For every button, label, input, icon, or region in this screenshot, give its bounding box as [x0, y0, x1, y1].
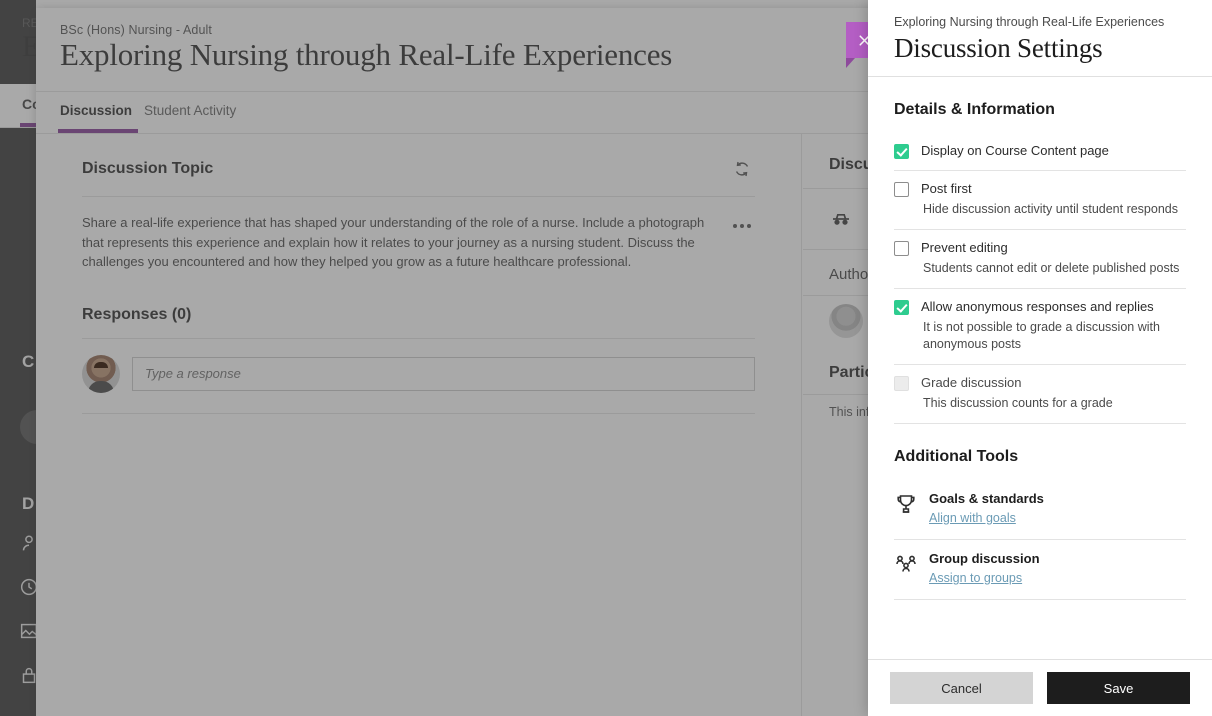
page-title: Exploring Nursing through Real-Life Expe… [60, 37, 673, 72]
section-title-details: Details & Information [894, 101, 1055, 118]
section-title-additional-tools: Additional Tools [894, 448, 1019, 465]
discussion-topic-card: Discussion Topic Share a real-life exper… [36, 134, 801, 414]
active-tab-underline [58, 129, 138, 133]
align-with-goals-link[interactable]: Align with goals [929, 509, 1016, 527]
author-avatar [829, 304, 863, 338]
cancel-button[interactable]: Cancel [890, 672, 1033, 704]
option-display-on-course-content: Display on Course Content page [894, 133, 1186, 171]
option-prevent-editing: Prevent editing Students cannot edit or … [894, 230, 1186, 289]
assign-to-groups-link[interactable]: Assign to groups [929, 569, 1022, 587]
avatar [82, 354, 120, 393]
tool-group-discussion: Group discussion Assign to groups [894, 540, 1186, 600]
responses-heading: Responses (0) [82, 306, 755, 339]
option-label: Allow anonymous responses and replies [921, 299, 1154, 314]
checkbox-post-first[interactable] [894, 182, 909, 197]
discussion-topic-header: Discussion Topic [82, 134, 755, 197]
panel-content[interactable]: Details & Information Display on Course … [868, 77, 1212, 659]
response-input[interactable] [132, 356, 755, 391]
tool-goals-standards: Goals & standards Align with goals [894, 480, 1186, 540]
option-allow-anonymous: Allow anonymous responses and replies It… [894, 289, 1186, 365]
option-label: Display on Course Content page [921, 143, 1109, 158]
tab-discussion[interactable]: Discussion [60, 103, 132, 118]
panel-title: Discussion Settings [894, 33, 1103, 63]
option-label: Post first [921, 181, 972, 196]
save-button[interactable]: Save [1047, 672, 1190, 704]
tab-student-activity[interactable]: Student Activity [144, 103, 236, 118]
trophy-icon [894, 492, 918, 516]
option-grade-discussion: Grade discussion This discussion counts … [894, 365, 1186, 424]
option-description: This discussion counts for a grade [923, 396, 1113, 410]
option-description: It is not possible to grade a discussion… [923, 320, 1160, 351]
checkbox-display-on-course-content[interactable] [894, 144, 909, 159]
group-icon [894, 552, 918, 576]
option-label: Grade discussion [921, 375, 1022, 390]
option-description: Students cannot edit or delete published… [923, 261, 1180, 275]
checkbox-prevent-editing[interactable] [894, 241, 909, 256]
sidebar-letter-d: D [22, 494, 35, 513]
tool-title: Group discussion [929, 551, 1040, 566]
option-description: Hide discussion activity until student r… [923, 202, 1178, 216]
panel-footer: Cancel Save [868, 659, 1212, 716]
option-label: Prevent editing [921, 240, 1008, 255]
discussion-topic-title: Discussion Topic [82, 160, 214, 177]
panel-header: Exploring Nursing through Real-Life Expe… [868, 0, 1212, 77]
discussion-settings-panel: Exploring Nursing through Real-Life Expe… [868, 0, 1212, 716]
sidebar-letter-c: C [22, 352, 35, 371]
more-options-icon[interactable] [729, 213, 755, 235]
close-button-tail [846, 58, 855, 68]
incognito-icon [829, 207, 853, 231]
tool-title: Goals & standards [929, 491, 1044, 506]
discussion-topic-row: Share a real-life experience that has sh… [82, 197, 755, 290]
discussion-column: Discussion Topic Share a real-life exper… [36, 134, 802, 716]
modal-breadcrumb: BSc (Hons) Nursing - Adult [60, 23, 212, 37]
response-composer [82, 354, 755, 414]
discussion-topic-text: Share a real-life experience that has sh… [82, 215, 705, 269]
refresh-icon[interactable] [729, 156, 755, 182]
panel-breadcrumb: Exploring Nursing through Real-Life Expe… [894, 15, 1165, 29]
checkbox-allow-anonymous[interactable] [894, 300, 909, 315]
screen: C D RE E Co BSc (Hons) Nursing - Adult E… [0, 0, 1212, 716]
option-post-first: Post first Hide discussion activity unti… [894, 171, 1186, 230]
checkbox-grade-discussion [894, 376, 909, 391]
